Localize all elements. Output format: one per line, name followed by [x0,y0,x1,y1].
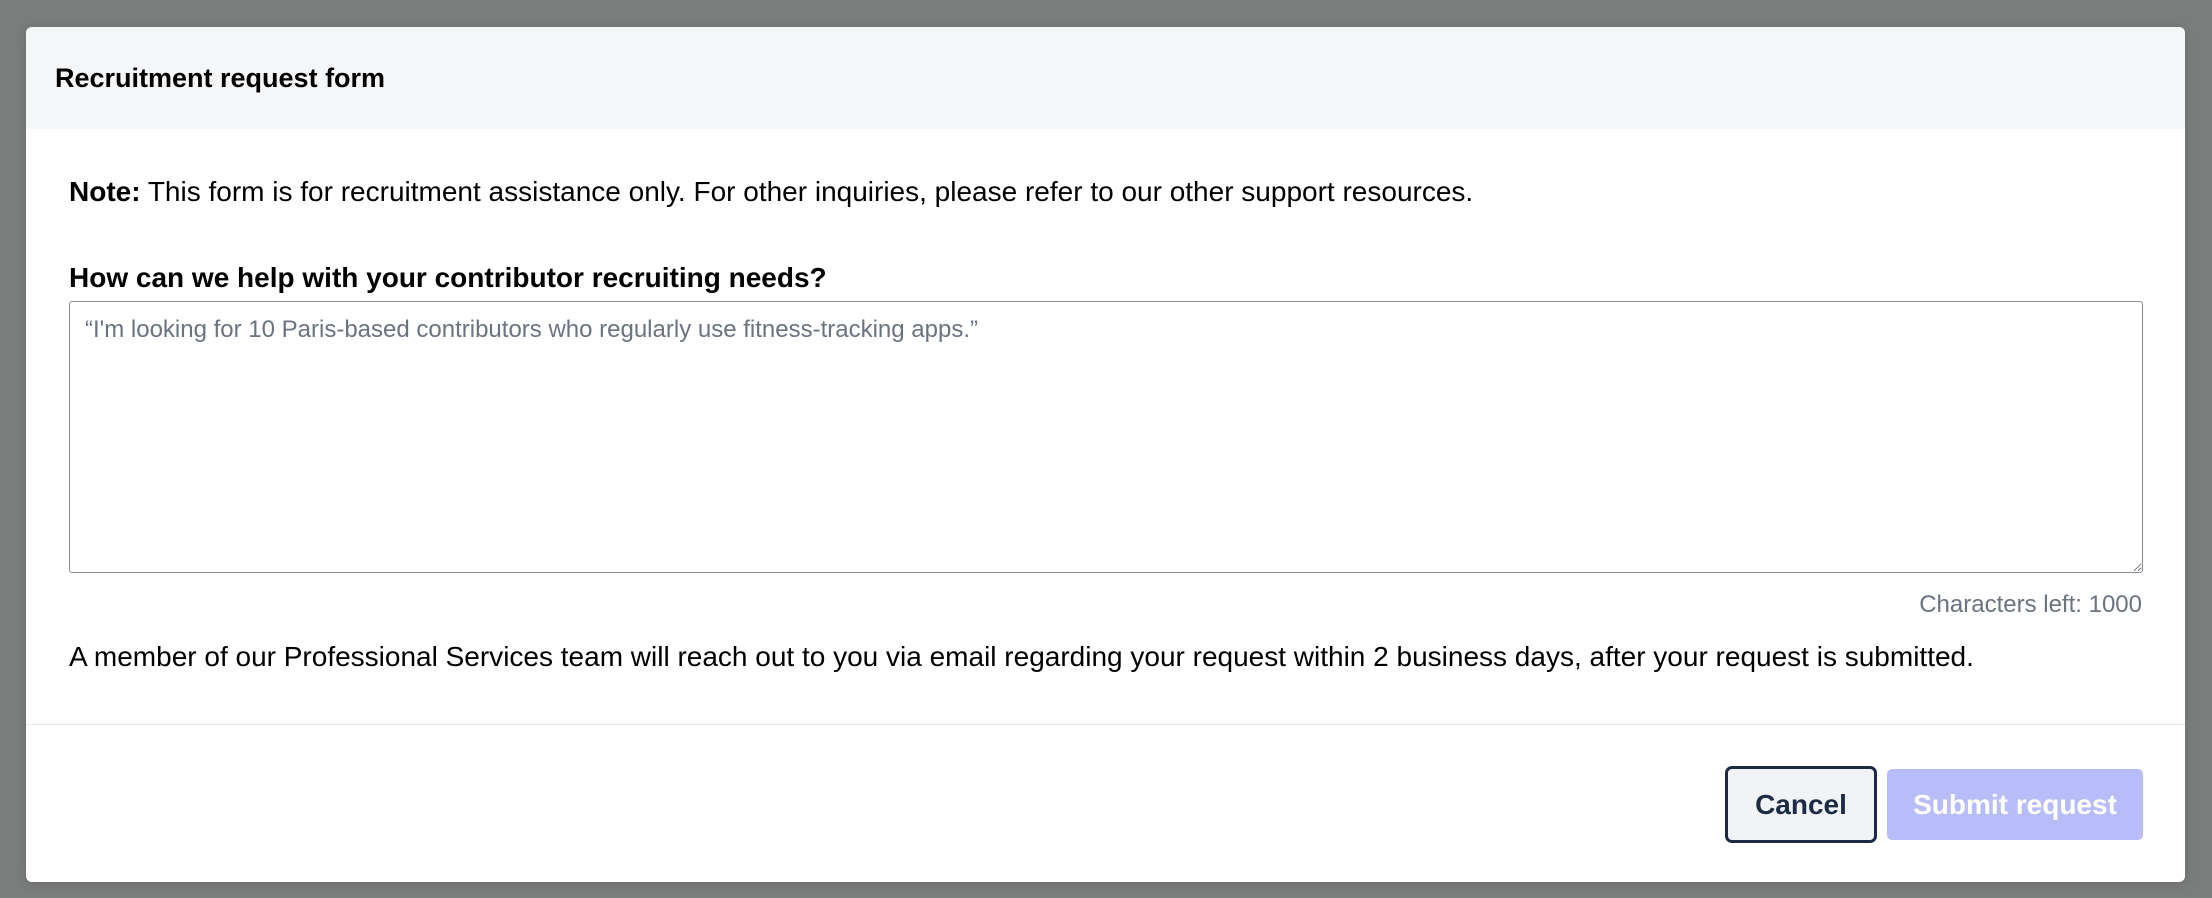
note-label: Note: [69,176,141,207]
modal-header: Recruitment request form [26,27,2185,129]
info-text: A member of our Professional Services te… [69,641,1974,672]
note-text: Note: This form is for recruitment assis… [69,176,1473,208]
note-body: This form is for recruitment assistance … [140,176,1474,207]
footer-divider [26,724,2185,725]
submit-request-button[interactable]: Submit request [1887,769,2143,840]
cancel-button[interactable]: Cancel [1725,766,1877,843]
modal-title: Recruitment request form [55,62,386,93]
recruitment-request-modal: Recruitment request form Note: This form… [26,27,2185,882]
request-textarea[interactable] [69,301,2143,573]
question-label: How can we help with your contributor re… [69,262,827,293]
characters-left-counter: Characters left: 1000 [1919,591,2142,618]
